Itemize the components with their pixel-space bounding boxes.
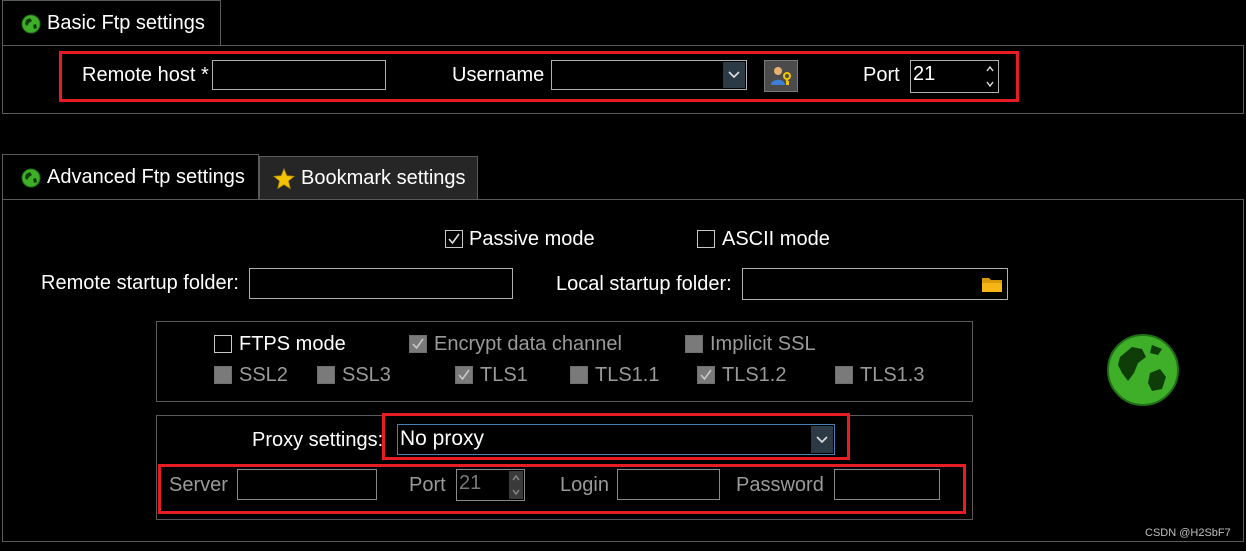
tls13-label: TLS1.3: [860, 364, 925, 386]
tls12-checkbox[interactable]: [697, 366, 715, 384]
check-icon: [448, 233, 460, 245]
watermark: CSDN @H2SbF7: [1145, 527, 1231, 539]
local-startup-folder-label: Local startup folder:: [556, 273, 732, 295]
highlight-basic-settings: [59, 51, 1019, 102]
passive-mode-label: Passive mode: [469, 228, 595, 250]
implicit-ssl-checkbox[interactable]: [685, 335, 703, 353]
encrypt-data-channel-label: Encrypt data channel: [434, 333, 622, 355]
passive-mode-checkbox[interactable]: [445, 230, 463, 248]
tab-basic-ftp-settings[interactable]: Basic Ftp settings: [2, 0, 221, 46]
proxy-settings-label: Proxy settings:: [252, 429, 384, 451]
encrypt-data-channel-checkbox[interactable]: [409, 335, 427, 353]
star-icon: [273, 167, 295, 189]
tls11-label: TLS1.1: [595, 364, 660, 386]
ascii-mode-label: ASCII mode: [722, 228, 830, 250]
globe-icon: [21, 14, 41, 33]
check-icon: [458, 369, 470, 381]
tls11-checkbox[interactable]: [570, 366, 588, 384]
implicit-ssl-label: Implicit SSL: [710, 333, 816, 355]
remote-startup-folder-input[interactable]: [249, 268, 513, 299]
globe-icon: [1107, 334, 1179, 406]
ssl3-checkbox[interactable]: [317, 366, 335, 384]
tab-label: Bookmark settings: [301, 167, 466, 189]
highlight-proxy-combobox: [382, 413, 850, 460]
tab-bookmark-settings[interactable]: Bookmark settings: [259, 156, 478, 200]
local-startup-folder-input[interactable]: [742, 268, 1008, 300]
ssl3-label: SSL3: [342, 364, 391, 386]
ftps-mode-checkbox[interactable]: [214, 335, 232, 353]
folder-icon[interactable]: [981, 275, 1003, 293]
globe-icon: [21, 168, 41, 187]
tls12-label: TLS1.2: [722, 364, 787, 386]
remote-startup-folder-label: Remote startup folder:: [41, 272, 239, 294]
ftps-mode-label: FTPS mode: [239, 333, 346, 355]
ascii-mode-checkbox[interactable]: [697, 230, 715, 248]
tab-label: Basic Ftp settings: [47, 12, 205, 34]
ssl2-checkbox[interactable]: [214, 366, 232, 384]
ssl2-label: SSL2: [239, 364, 288, 386]
tab-label: Advanced Ftp settings: [47, 166, 245, 188]
tls13-checkbox[interactable]: [835, 366, 853, 384]
tab-advanced-ftp-settings[interactable]: Advanced Ftp settings: [2, 154, 259, 200]
highlight-proxy-fields: [158, 464, 966, 514]
check-icon: [412, 338, 424, 350]
check-icon: [700, 369, 712, 381]
tls1-label: TLS1: [480, 364, 528, 386]
tls1-checkbox[interactable]: [455, 366, 473, 384]
